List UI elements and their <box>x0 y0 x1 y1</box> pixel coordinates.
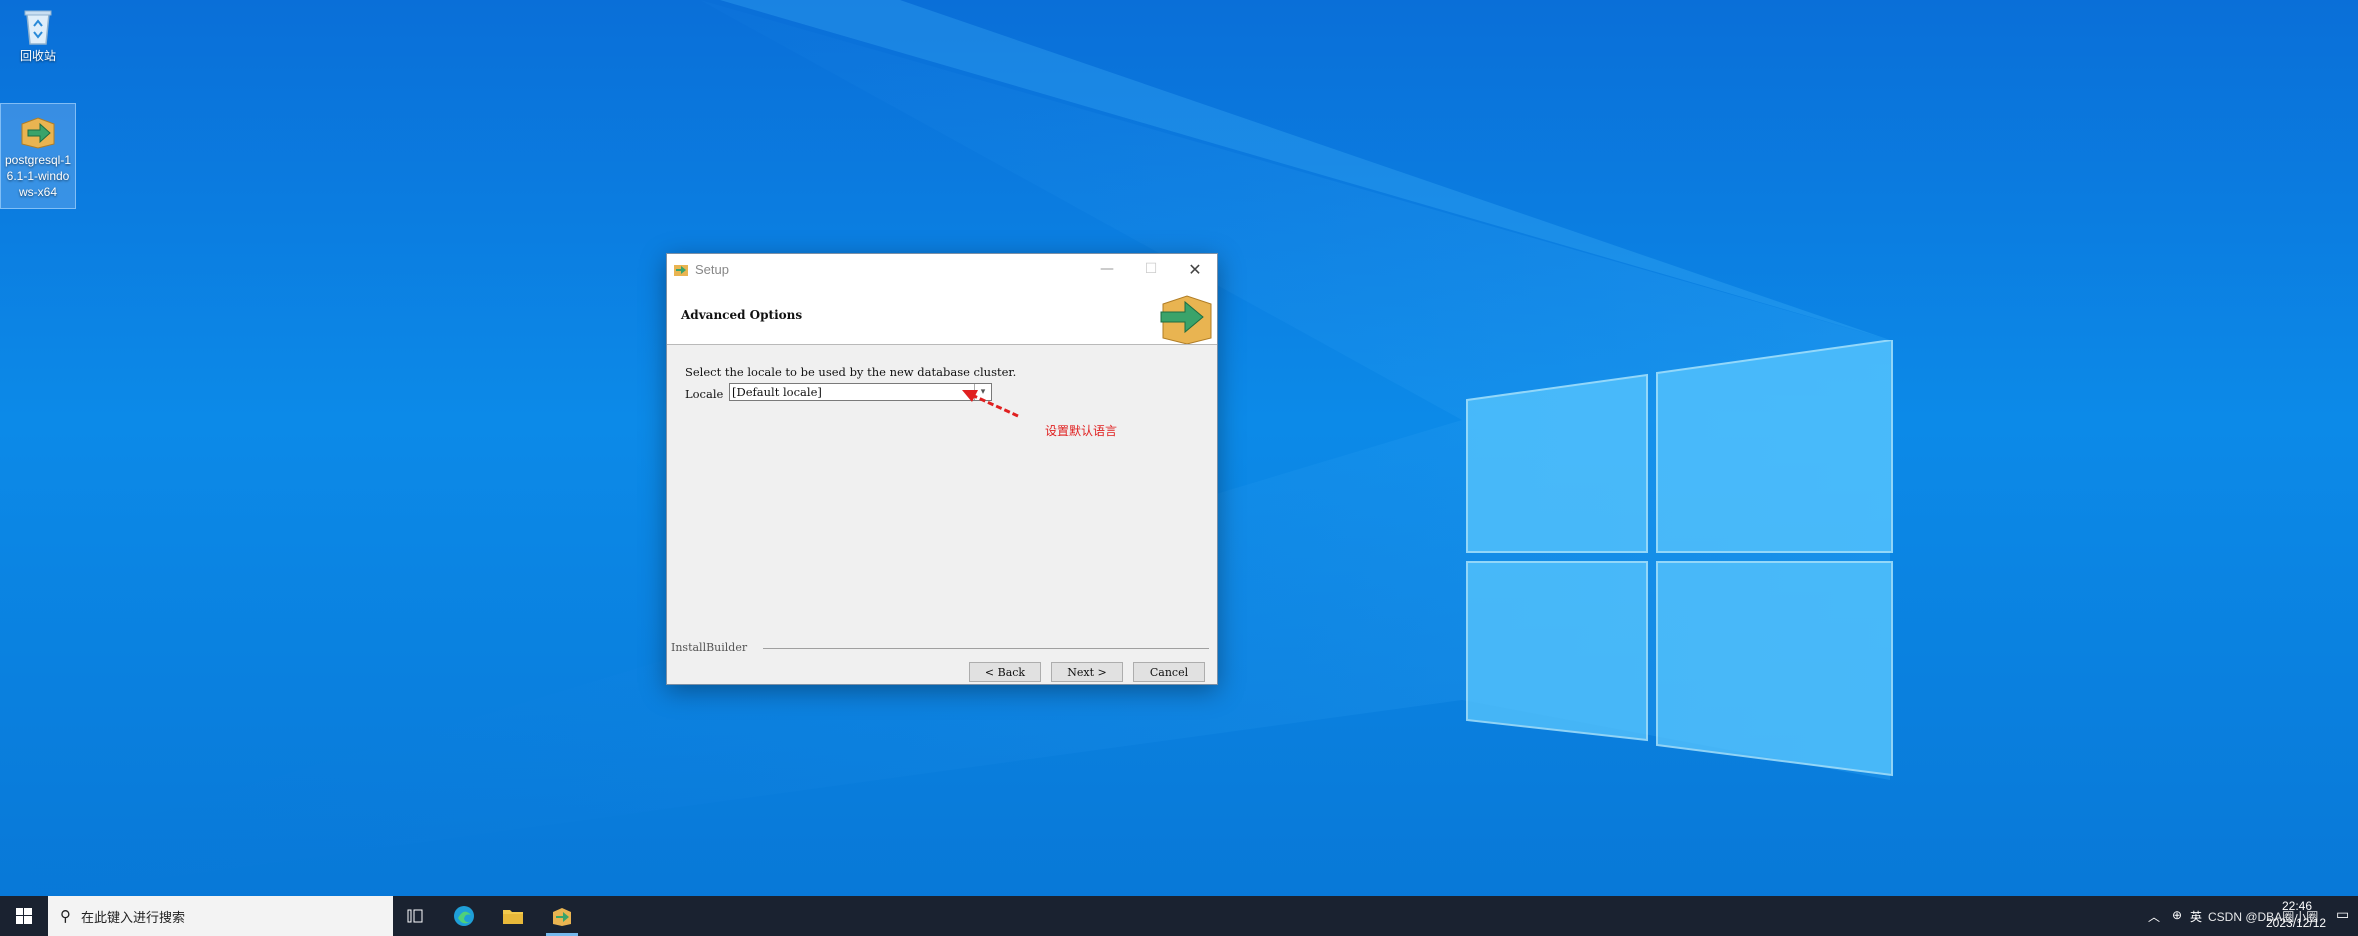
search-placeholder: 在此键入进行搜索 <box>81 910 186 926</box>
dialog-header: Advanced Options <box>667 284 1217 345</box>
windows-logo-graphic <box>1466 340 1893 777</box>
dialog-title: Setup <box>695 261 729 277</box>
system-tray: ︿ ⊕ 英 CSDN @DBA圈小圈 22:46 2023/12/12 ▭ <box>2138 896 2358 936</box>
cancel-button[interactable]: Cancel <box>1133 662 1205 682</box>
annotation-arrow-icon <box>962 390 1019 418</box>
dialog-body: Select the locale to be used by the new … <box>667 345 1217 683</box>
windows-start-icon <box>16 908 32 924</box>
taskbar: ⚲ 在此键入进行搜索 ︿ ⊕ 英 CSDN @DBA圈小圈 22:46 2023… <box>0 896 2358 936</box>
desktop-icon-recycle-bin[interactable]: 回收站 <box>1 6 75 64</box>
back-button[interactable]: < Back <box>969 662 1041 682</box>
locale-selected-value: [Default locale] <box>732 385 822 399</box>
desktop-icon-postgresql-installer[interactable]: postgresql-16.1-1-windows-x64 <box>0 103 76 209</box>
setup-app-icon <box>674 265 688 276</box>
clock-date[interactable]: 2023/12/12 <box>2266 916 2326 930</box>
folder-icon <box>503 910 523 924</box>
installer-box-icon <box>1160 295 1212 344</box>
search-icon: ⚲ <box>60 907 71 925</box>
locale-dropdown[interactable]: [Default locale] ▾ <box>729 383 992 401</box>
close-button[interactable]: ✕ <box>1173 254 1217 284</box>
clock-time[interactable]: 22:46 <box>2282 899 2312 913</box>
maximize-icon: ☐ <box>1144 261 1158 277</box>
setup-taskbar-button[interactable] <box>538 896 586 936</box>
minimize-icon: — <box>1100 261 1114 277</box>
recycle-bin-icon <box>24 10 52 45</box>
page-title: Advanced Options <box>681 308 803 322</box>
installer-icon <box>21 117 55 149</box>
notification-icon[interactable]: ▭ <box>2336 906 2349 923</box>
desktop-icon-label: 回收站 <box>19 49 56 63</box>
start-button[interactable] <box>0 896 48 936</box>
locale-label: Locale <box>685 387 724 401</box>
setup-dialog: Setup — ☐ ✕ Advanced Options Select the … <box>666 253 1218 685</box>
chevron-up-icon[interactable]: ︿ <box>2148 908 2160 925</box>
input-language-indicator[interactable]: 英 <box>2190 908 2202 925</box>
maximize-button[interactable]: ☐ <box>1129 254 1173 284</box>
minimize-button[interactable]: — <box>1085 254 1129 284</box>
task-view-icon <box>407 909 423 923</box>
taskbar-search-box[interactable]: ⚲ 在此键入进行搜索 <box>48 896 393 936</box>
desktop-icon-label: postgresql-16.1-1-windows-x64 <box>4 153 72 199</box>
close-icon: ✕ <box>1188 259 1202 279</box>
dialog-titlebar[interactable]: Setup — ☐ ✕ <box>667 254 1217 284</box>
next-button[interactable]: Next > <box>1051 662 1123 682</box>
annotation-text: 设置默认语言 <box>1045 424 1118 438</box>
dialog-footer: InstallBuilder < Back Next > Cancel <box>667 639 1217 683</box>
locale-prompt: Select the locale to be used by the new … <box>685 365 1017 379</box>
installbuilder-label: InstallBuilder <box>671 641 748 654</box>
file-explorer-taskbar-button[interactable] <box>489 896 537 936</box>
edge-taskbar-button[interactable] <box>440 896 488 936</box>
installer-icon <box>553 908 571 926</box>
edge-browser-icon <box>454 906 474 926</box>
footer-divider <box>763 648 1209 649</box>
task-view-button[interactable] <box>392 896 440 936</box>
network-icon[interactable]: ⊕ <box>2172 908 2182 922</box>
